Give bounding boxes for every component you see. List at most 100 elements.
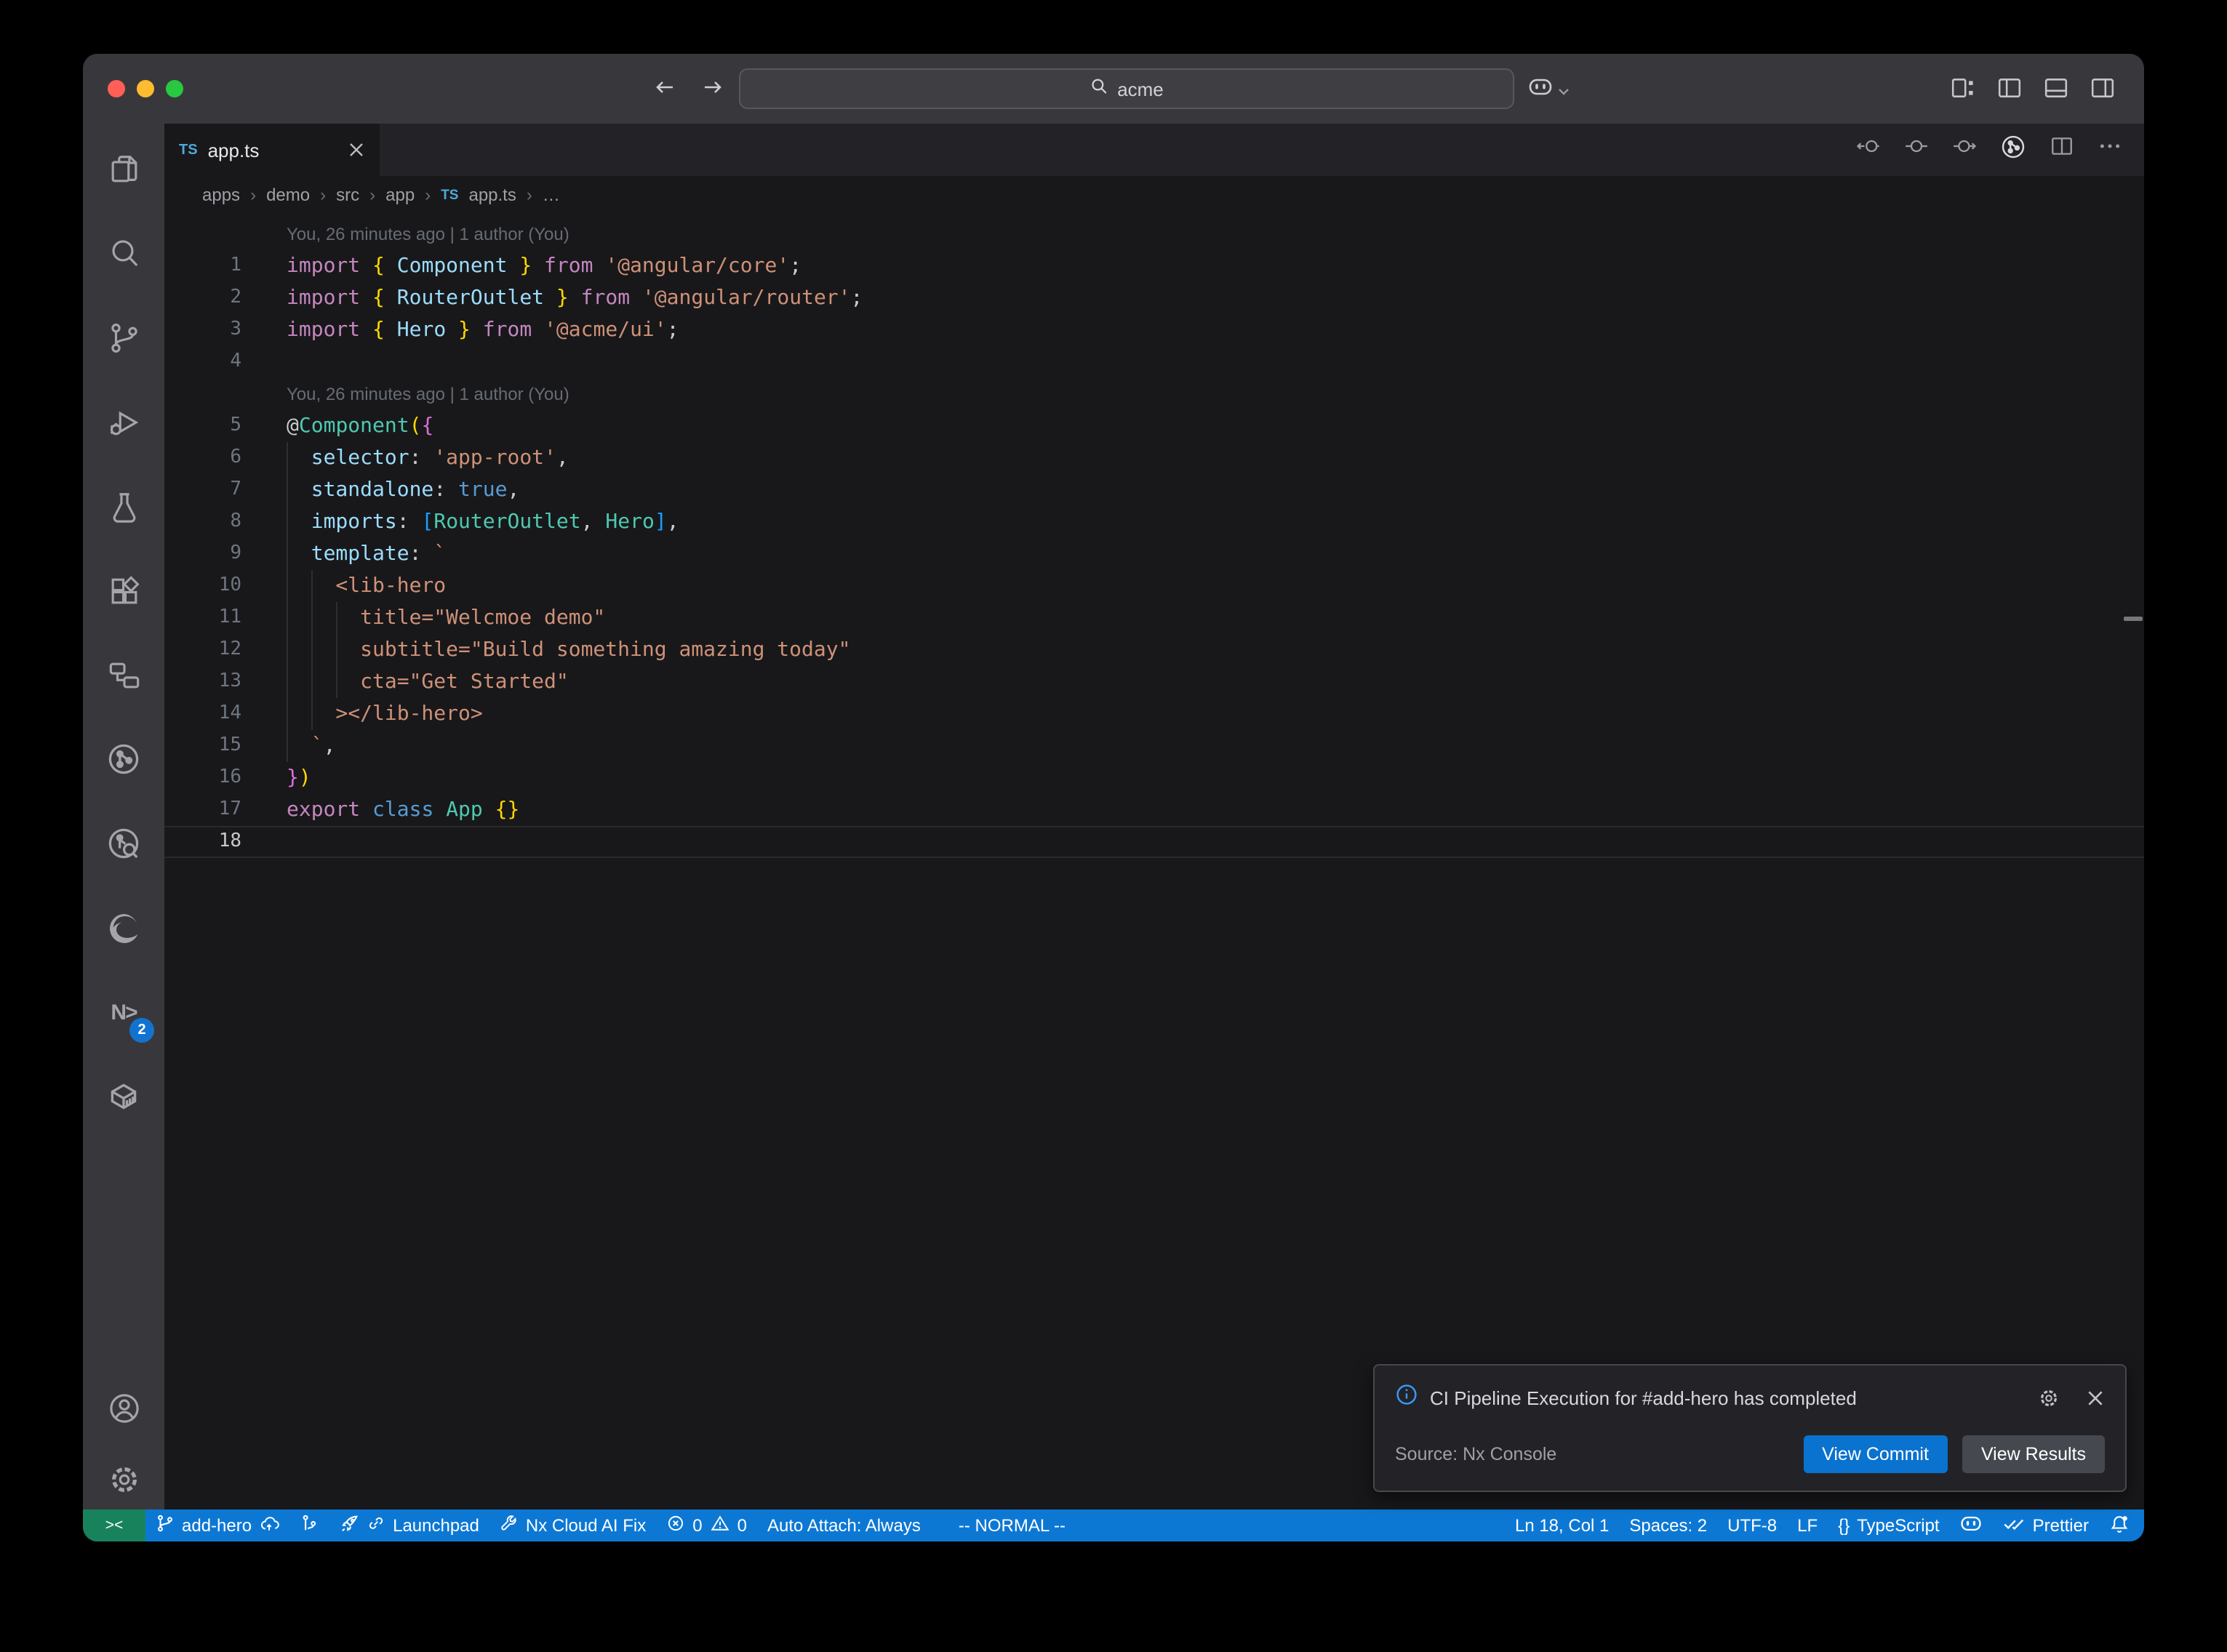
line-number: [164, 218, 287, 250]
remote-indicator[interactable]: ><: [83, 1509, 145, 1541]
breadcrumb-src[interactable]: src: [336, 185, 359, 205]
indentation-status-item[interactable]: Spaces: 2: [1619, 1509, 1717, 1541]
blame-line[interactable]: You, 26 minutes ago | 1 author (You): [164, 218, 2144, 250]
customize-layout-icon[interactable]: [1951, 76, 1975, 108]
vscode-window: acme: [83, 54, 2144, 1541]
view-commit-button[interactable]: View Commit: [1803, 1435, 1948, 1472]
line-number: 10: [164, 570, 287, 602]
account-icon[interactable]: [83, 1367, 164, 1448]
blame-line[interactable]: You, 26 minutes ago | 1 author (You): [164, 378, 2144, 410]
breadcrumb-apps[interactable]: apps: [202, 185, 240, 205]
code-line[interactable]: 5@Component({: [164, 410, 2144, 442]
braces-icon: {}: [1838, 1515, 1850, 1536]
breadcrumb-file[interactable]: app.ts: [468, 185, 516, 205]
code-line[interactable]: 18: [164, 826, 2144, 858]
notification-toast: CI Pipeline Execution for #add-hero has …: [1373, 1364, 2127, 1492]
open-changes-icon[interactable]: [1904, 134, 1929, 166]
run-debug-icon[interactable]: [83, 380, 164, 464]
chevron-down-icon[interactable]: [1558, 77, 1570, 103]
gitlens-icon[interactable]: [83, 717, 164, 801]
formatter-status-item[interactable]: Prettier: [1994, 1509, 2099, 1541]
copilot-status-item[interactable]: [1950, 1509, 1994, 1541]
launchpad-status-item[interactable]: Launchpad: [329, 1509, 489, 1541]
line-number: 5: [164, 410, 287, 442]
commit-graph-status-item[interactable]: [289, 1509, 329, 1541]
line-number: 2: [164, 282, 287, 314]
code-line[interactable]: 10 <lib-hero: [164, 570, 2144, 602]
window-controls: [108, 80, 183, 97]
copilot-icon[interactable]: [1527, 76, 1554, 105]
branch-name: add-hero: [182, 1515, 252, 1536]
extensions-icon[interactable]: [83, 548, 164, 633]
breadcrumb-symbol[interactable]: …: [543, 185, 560, 205]
vim-mode-status-item[interactable]: -- NORMAL --: [948, 1509, 1076, 1541]
toggle-secondary-sidebar-icon[interactable]: [2090, 76, 2115, 108]
split-editor-icon[interactable]: [2050, 134, 2074, 166]
breadcrumb-demo[interactable]: demo: [266, 185, 310, 205]
hierarchy-view-icon[interactable]: [83, 633, 164, 717]
previous-change-icon[interactable]: [1856, 134, 1881, 166]
code-line[interactable]: 14 ></lib-hero>: [164, 698, 2144, 730]
search-view-icon[interactable]: [83, 211, 164, 295]
breadcrumb-app[interactable]: app: [385, 185, 415, 205]
line-number: 8: [164, 506, 287, 538]
close-window-button[interactable]: [108, 80, 125, 97]
code-line[interactable]: 3import { Hero } from '@acme/ui';: [164, 314, 2144, 346]
edge-tools-icon[interactable]: [83, 886, 164, 970]
typescript-file-icon: TS: [441, 187, 458, 203]
notification-close-icon[interactable]: [2086, 1389, 2105, 1408]
code-line[interactable]: 9 template: `: [164, 538, 2144, 570]
editor-actions: [1856, 124, 2144, 176]
formatter-label: Prettier: [2033, 1515, 2089, 1536]
cursor-position-status-item[interactable]: Ln 18, Col 1: [1505, 1509, 1619, 1541]
status-bar: >< add-hero Launchpad: [83, 1509, 2144, 1541]
command-center-search[interactable]: acme: [739, 68, 1514, 109]
navigate-back-icon[interactable]: [653, 76, 676, 106]
notification-settings-gear-icon[interactable]: [2038, 1387, 2060, 1409]
branch-status-item[interactable]: add-hero: [145, 1509, 289, 1541]
testing-icon[interactable]: [83, 464, 164, 548]
nx-cloud-status-item[interactable]: Nx Cloud AI Fix: [489, 1509, 656, 1541]
git-branch-icon: [156, 1514, 175, 1537]
minimize-window-button[interactable]: [137, 80, 154, 97]
nx-console-icon[interactable]: N> 2: [83, 970, 164, 1054]
code-line[interactable]: 2import { RouterOutlet } from '@angular/…: [164, 282, 2144, 314]
source-control-icon[interactable]: [83, 295, 164, 380]
zoom-window-button[interactable]: [166, 80, 183, 97]
code-line[interactable]: 1import { Component } from '@angular/cor…: [164, 250, 2144, 282]
code-line[interactable]: 11 title="Welcmoe demo": [164, 602, 2144, 634]
problems-status-item[interactable]: 0 0: [656, 1509, 757, 1541]
more-actions-icon[interactable]: [2098, 134, 2122, 166]
tab-app-ts[interactable]: TS app.ts: [164, 124, 380, 176]
code-line[interactable]: 16}): [164, 762, 2144, 794]
view-results-button[interactable]: View Results: [1962, 1435, 2105, 1472]
notifications-bell-item[interactable]: [2099, 1509, 2144, 1541]
encoding-status-item[interactable]: UTF-8: [1717, 1509, 1787, 1541]
code-line[interactable]: 17export class App {}: [164, 794, 2144, 826]
navigate-forward-icon[interactable]: [701, 76, 724, 106]
code-line[interactable]: 4: [164, 346, 2144, 378]
auto-attach-status-item[interactable]: Auto Attach: Always: [757, 1509, 931, 1541]
code-line[interactable]: 8 imports: [RouterOutlet, Hero],: [164, 506, 2144, 538]
warning-icon: [710, 1514, 730, 1537]
line-number: 14: [164, 698, 287, 730]
language-label: TypeScript: [1857, 1515, 1939, 1536]
line-number: 13: [164, 666, 287, 698]
code-line[interactable]: 13 cta="Get Started": [164, 666, 2144, 698]
toggle-primary-sidebar-icon[interactable]: [1997, 76, 2022, 108]
code-line[interactable]: 6 selector: 'app-root',: [164, 442, 2144, 474]
code-line[interactable]: 15 `,: [164, 730, 2144, 762]
language-status-item[interactable]: {} TypeScript: [1828, 1509, 1949, 1541]
eol-status-item[interactable]: LF: [1787, 1509, 1828, 1541]
next-change-icon[interactable]: [1952, 134, 1977, 166]
containers-icon[interactable]: [83, 1054, 164, 1139]
code-line[interactable]: 12 subtitle="Build something amazing tod…: [164, 634, 2144, 666]
code-line[interactable]: 7 standalone: true,: [164, 474, 2144, 506]
toggle-panel-icon[interactable]: [2044, 76, 2068, 108]
explorer-icon[interactable]: [83, 127, 164, 211]
settings-gear-icon[interactable]: [83, 1448, 164, 1509]
close-tab-icon[interactable]: [348, 141, 365, 159]
gitlens-graph-icon[interactable]: [2000, 133, 2026, 167]
gitlens-inspect-icon[interactable]: [83, 801, 164, 886]
code-editor[interactable]: You, 26 minutes ago | 1 author (You)1imp…: [164, 214, 2144, 1509]
